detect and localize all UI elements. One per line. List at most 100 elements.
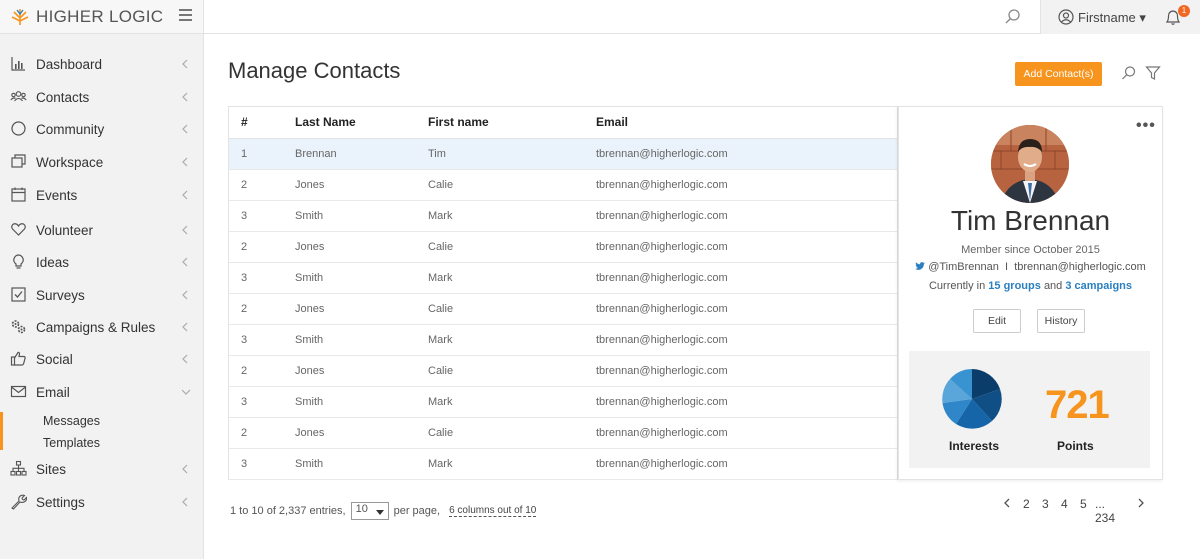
campaigns-link[interactable]: 3 campaigns <box>1065 280 1132 292</box>
sidebar-item-community[interactable]: Community <box>0 116 204 142</box>
cell-first-name: Calie <box>428 417 596 449</box>
sidebar-item-email[interactable]: Email <box>0 379 204 405</box>
separator: I <box>1005 261 1009 273</box>
cell-email: tbrennan@higherlogic.com <box>596 355 897 387</box>
thumbs-up-icon <box>10 350 27 367</box>
sidebar-subitem-messages[interactable]: Messages <box>43 414 100 428</box>
lightbulb-icon <box>10 253 27 270</box>
table-row[interactable]: 3 Smith Mark tbrennan@higherlogic.com <box>229 448 897 480</box>
cell-number: 2 <box>229 231 295 263</box>
sidebar-item-label: Community <box>36 121 105 137</box>
sidebar-item-label: Workspace <box>36 154 104 170</box>
table-row[interactable]: 3 Smith Mark tbrennan@higherlogic.com <box>229 386 897 418</box>
column-header-number[interactable]: # <box>229 107 295 139</box>
cell-last-name: Smith <box>295 448 428 480</box>
table-row[interactable]: 1 Brennan Tim tbrennan@higherlogic.com <box>229 138 897 170</box>
cell-number: 2 <box>229 293 295 325</box>
cell-email: tbrennan@higherlogic.com <box>596 324 897 356</box>
cell-email: tbrennan@higherlogic.com <box>596 262 897 294</box>
cell-last-name: Smith <box>295 262 428 294</box>
page-link-last[interactable]: ... 234 <box>1095 497 1115 525</box>
checkbox-icon <box>10 286 27 303</box>
table-row[interactable]: 3 Smith Mark tbrennan@higherlogic.com <box>229 262 897 294</box>
contacts-table: # Last Name First name Email 1 Brennan Tim… <box>228 106 898 480</box>
column-header-first-name[interactable]: First name <box>428 107 596 139</box>
table-row[interactable]: 2 Jones Calie tbrennan@higherlogic.com <box>229 355 897 387</box>
per-page-select[interactable]: 10 <box>350 502 389 520</box>
chevron-left-icon <box>180 57 190 71</box>
contact-profile-card: ••• Tim Brennan Member since October 201… <box>898 106 1163 480</box>
page-link[interactable]: 5 <box>1080 497 1087 511</box>
sidebar-item-volunteer[interactable]: Volunteer <box>0 217 204 243</box>
sidebar-item-contacts[interactable]: Contacts <box>0 84 204 110</box>
page-title: Manage Contacts <box>228 58 401 83</box>
logo-icon <box>9 7 31 27</box>
avatar <box>991 125 1069 203</box>
chevron-left-icon <box>180 90 190 104</box>
current-prefix: Currently in <box>928 280 986 292</box>
table-row[interactable]: 2 Jones Calie tbrennan@higherlogic.com <box>229 231 897 263</box>
sidebar-item-dashboard[interactable]: Dashboard <box>0 51 204 77</box>
points-value: 721 <box>1045 383 1110 427</box>
page-link[interactable]: 4 <box>1061 497 1068 511</box>
sidebar-item-label: Volunteer <box>36 222 94 238</box>
sidebar-item-label: Ideas <box>36 254 70 270</box>
sidebar-item-settings[interactable]: Settings <box>0 489 204 515</box>
page-link[interactable]: 2 <box>1023 497 1030 511</box>
page-link[interactable]: 3 <box>1042 497 1049 511</box>
cell-number: 2 <box>229 169 295 201</box>
cell-email: tbrennan@higherlogic.com <box>596 417 897 449</box>
sidebar-item-campaigns-rules[interactable]: Campaigns & Rules <box>0 314 204 340</box>
hamburger-menu-icon[interactable] <box>179 9 192 21</box>
table-row[interactable]: 2 Jones Calie tbrennan@higherlogic.com <box>229 293 897 325</box>
next-page-icon[interactable] <box>1137 497 1145 512</box>
contact-email[interactable]: tbrennan@higherlogic.com <box>1014 261 1146 273</box>
sidebar-item-ideas[interactable]: Ideas <box>0 249 204 275</box>
envelope-icon <box>10 383 27 400</box>
brand-name: HIGHER LOGIC <box>36 6 164 26</box>
cell-number: 3 <box>229 262 295 294</box>
chevron-left-icon <box>180 495 190 509</box>
add-contacts-button[interactable]: Add Contact(s) <box>1015 62 1102 86</box>
column-header-email[interactable]: Email <box>596 107 897 139</box>
sidebar-item-sites[interactable]: Sites <box>0 456 204 482</box>
pagination-info: 1 to 10 of 2,337 entries, 10 per page, 6… <box>230 502 537 520</box>
sidebar-item-social[interactable]: Social <box>0 346 204 372</box>
search-icon[interactable] <box>1004 8 1022 26</box>
edit-button[interactable]: Edit <box>973 309 1021 333</box>
sidebar-item-label: Sites <box>36 461 67 477</box>
sidebar-item-label: Settings <box>36 494 85 510</box>
table-row[interactable]: 3 Smith Mark tbrennan@higherlogic.com <box>229 324 897 356</box>
sidebar-subitem-templates[interactable]: Templates <box>43 436 100 450</box>
sidebar-item-events[interactable]: Events <box>0 182 204 208</box>
search-icon[interactable] <box>1121 65 1137 81</box>
prev-page-icon[interactable] <box>1003 497 1011 512</box>
table-row[interactable]: 3 Smith Mark tbrennan@higherlogic.com <box>229 200 897 232</box>
cell-email: tbrennan@higherlogic.com <box>596 200 897 232</box>
cell-number: 2 <box>229 355 295 387</box>
column-header-last-name[interactable]: Last Name <box>295 107 428 139</box>
more-options-icon[interactable]: ••• <box>1136 117 1156 135</box>
membership-summary: Currently in 15 groups and 3 campaigns <box>899 280 1162 292</box>
cell-last-name: Smith <box>295 386 428 418</box>
filter-icon[interactable] <box>1145 65 1161 81</box>
sidebar-item-label: Campaigns & Rules <box>36 319 156 335</box>
groups-link[interactable]: 15 groups <box>988 280 1041 292</box>
table-row[interactable]: 2 Jones Calie tbrennan@higherlogic.com <box>229 417 897 449</box>
chevron-left-icon <box>180 155 190 169</box>
user-name-dropdown[interactable]: Firstname ▾ <box>1078 10 1146 26</box>
table-header-row: # Last Name First name Email <box>229 107 897 139</box>
history-button[interactable]: History <box>1037 309 1085 333</box>
per-page-text: per page, <box>393 505 441 517</box>
columns-toggle[interactable]: 6 columns out of 10 <box>449 505 537 517</box>
sidebar-item-surveys[interactable]: Surveys <box>0 282 204 308</box>
twitter-handle[interactable]: @TimBrennan <box>928 261 999 273</box>
table-row[interactable]: 2 Jones Calie tbrennan@higherlogic.com <box>229 169 897 201</box>
cell-number: 3 <box>229 448 295 480</box>
user-avatar-icon <box>1058 9 1074 25</box>
user-menu[interactable]: Firstname ▾ 1 <box>1040 0 1200 34</box>
cell-first-name: Tim <box>428 138 596 170</box>
cell-first-name: Calie <box>428 293 596 325</box>
sidebar-item-label: Contacts <box>36 89 90 105</box>
sidebar-item-workspace[interactable]: Workspace <box>0 149 204 175</box>
